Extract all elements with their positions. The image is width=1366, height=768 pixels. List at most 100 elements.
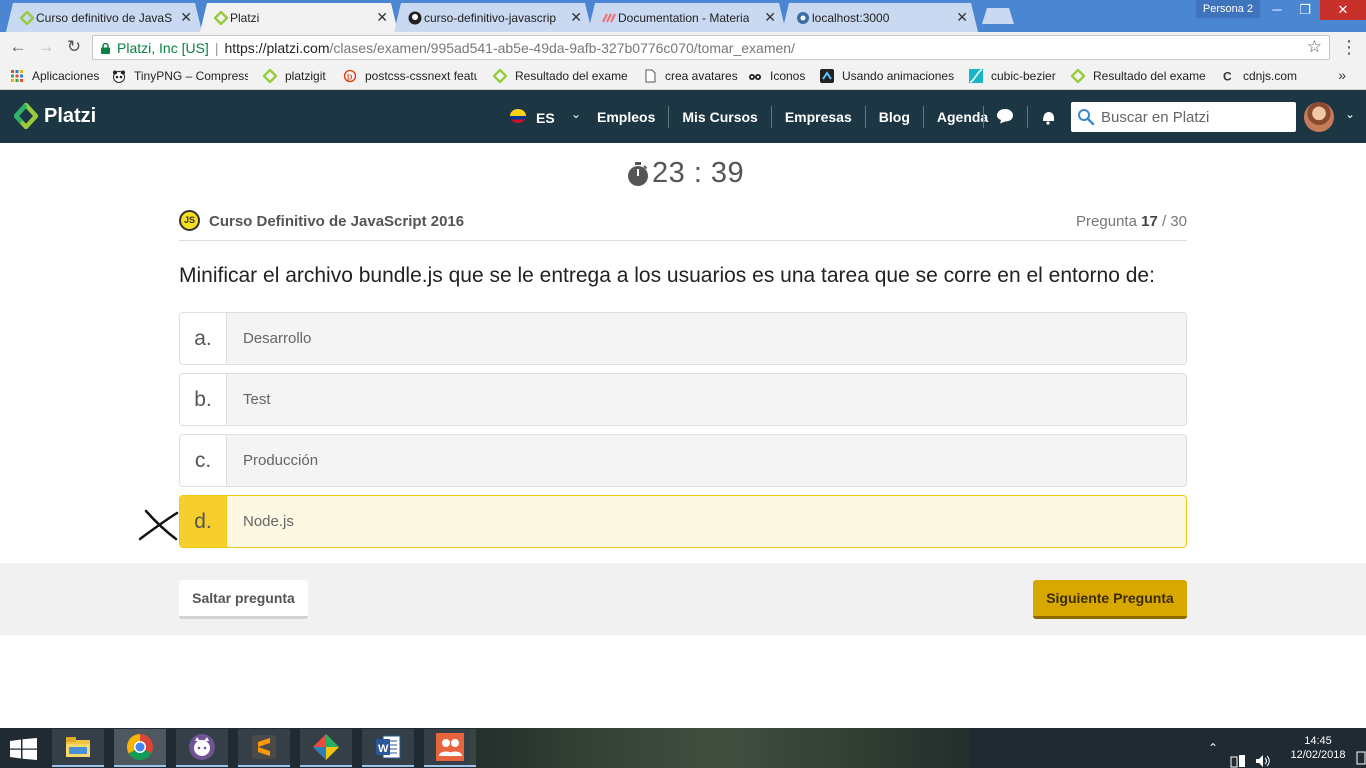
volume-icon[interactable] — [1255, 741, 1271, 768]
restore-icon[interactable]: ❐ — [1290, 0, 1320, 20]
platzi-logo[interactable]: Platzi — [14, 103, 96, 129]
platzi-logo-icon — [14, 103, 38, 129]
address-bar[interactable]: Platzi, Inc [US] | https://platzi.com/cl… — [92, 35, 1330, 60]
close-tab-icon[interactable]: ✕ — [956, 9, 968, 26]
avatar[interactable] — [1304, 102, 1334, 132]
browser-tab[interactable]: Curso definitivo de JavaS ✕ — [6, 3, 202, 32]
tab-label: Curso definitivo de JavaS — [36, 10, 173, 25]
nav-divider — [983, 106, 984, 128]
apps-grid-icon — [11, 70, 23, 82]
browser-tab[interactable]: Documentation - Materia ✕ — [588, 3, 786, 32]
materialize-favicon-icon — [602, 13, 616, 23]
bookmark-item[interactable]: TinyPNG – Compress — [112, 69, 248, 83]
bookmark-item[interactable]: C cdnjs.com — [1221, 69, 1297, 83]
platzi-icon — [493, 69, 507, 83]
browser-tab-active[interactable]: Platzi ✕ — [200, 3, 398, 32]
answer-option-b[interactable]: b. Test — [179, 373, 1187, 426]
option-letter: d. — [180, 496, 227, 547]
tab-label: Platzi — [230, 10, 260, 25]
nav-mis-cursos[interactable]: Mis Cursos — [669, 105, 772, 128]
window-close-icon[interactable]: ✕ — [1320, 0, 1366, 20]
option-text: Producción — [243, 452, 319, 469]
browser-tab[interactable]: curso-definitivo-javascrip ✕ — [394, 3, 592, 32]
platzi-favicon-icon — [20, 11, 34, 25]
taskbar-chrome[interactable] — [114, 729, 166, 767]
platzi-icon — [1071, 69, 1085, 83]
bookmarks-overflow-icon[interactable]: » — [1338, 67, 1346, 83]
nav-agenda[interactable]: Agenda — [924, 106, 1001, 128]
reload-icon[interactable]: ↻ — [64, 38, 84, 56]
secure-site-label: Platzi, Inc [US] — [117, 39, 209, 56]
bookmark-item[interactable]: Resultado del exame — [1071, 69, 1207, 83]
option-text: Node.js — [243, 513, 294, 530]
minimize-icon[interactable]: ─ — [1262, 0, 1292, 20]
bookmark-label: Aplicaciones — [32, 69, 100, 83]
bookmark-item[interactable]: crea avatares — [643, 69, 738, 83]
panda-icon — [113, 70, 125, 83]
close-tab-icon[interactable]: ✕ — [180, 9, 192, 26]
answer-option-c[interactable]: c. Producción — [179, 434, 1187, 487]
network-icon[interactable] — [1230, 741, 1246, 768]
nav-blog[interactable]: Blog — [866, 105, 924, 128]
notifications-icon[interactable] — [1040, 109, 1056, 125]
action-center-icon[interactable] — [1356, 739, 1366, 768]
bookmark-item[interactable]: p postcss-cssnext featu — [343, 69, 477, 83]
chat-bubble-icon[interactable] — [996, 108, 1014, 124]
bookmarks-bar: Aplicaciones TinyPNG – Compress platzigi… — [0, 63, 1366, 90]
bookmark-item[interactable]: Aplicaciones — [10, 69, 99, 83]
language-selector[interactable]: ES — [536, 110, 555, 126]
bookmark-label: Iconos — [770, 69, 806, 83]
taskbar-word[interactable]: W — [362, 729, 414, 767]
browser-tab[interactable]: localhost:3000 ✕ — [782, 3, 978, 32]
chevron-down-icon[interactable]: ⌄ — [571, 107, 581, 121]
nav-empresas[interactable]: Empresas — [772, 105, 866, 128]
question-counter: Pregunta 17 / 30 — [1076, 213, 1187, 230]
forward-arrow-icon[interactable]: → — [36, 38, 56, 56]
option-letter: b. — [180, 374, 227, 425]
close-tab-icon[interactable]: ✕ — [570, 9, 582, 26]
question-text: Minificar el archivo bundle.js que se le… — [179, 264, 1155, 287]
search-input[interactable] — [1101, 108, 1291, 126]
option-text: Desarrollo — [243, 330, 312, 347]
bookmark-star-icon[interactable]: ☆ — [1307, 37, 1322, 57]
taskbar-wallpaper — [470, 728, 970, 768]
next-question-button[interactable]: Siguiente Pregunta — [1033, 580, 1187, 619]
system-clock[interactable]: 14:45 12/02/2018 — [1284, 734, 1352, 762]
windows-start-icon[interactable] — [10, 738, 38, 760]
nav-empleos[interactable]: Empleos — [584, 105, 670, 128]
chrome-icon — [126, 733, 153, 761]
browser-tab-strip: Curso definitivo de JavaS ✕ Platzi ✕ cur… — [0, 0, 1366, 32]
bookmark-item[interactable]: platzigit — [263, 69, 326, 83]
javascript-badge-icon: JS — [179, 210, 200, 231]
close-tab-icon[interactable]: ✕ — [376, 9, 388, 26]
taskbar-file-explorer[interactable] — [52, 729, 104, 767]
back-arrow-icon[interactable]: ← — [8, 38, 28, 56]
platzi-logo-text: Platzi — [44, 104, 97, 127]
close-tab-icon[interactable]: ✕ — [764, 9, 776, 26]
answer-option-a[interactable]: a. Desarrollo — [179, 312, 1187, 365]
skip-question-button[interactable]: Saltar pregunta — [179, 580, 308, 619]
page-icon — [645, 69, 656, 83]
bookmark-label: Usando animaciones — [842, 69, 955, 83]
tray-overflow-icon[interactable]: ⌃ — [1208, 741, 1218, 768]
bookmark-item[interactable]: Resultado del exame — [493, 69, 627, 83]
platzi-search-box[interactable] — [1071, 102, 1296, 132]
profile-button[interactable]: Persona 2 — [1196, 0, 1260, 18]
taskbar-people[interactable] — [424, 729, 476, 767]
svg-text:C: C — [1223, 70, 1232, 84]
bookmark-item[interactable]: Iconos — [748, 69, 805, 83]
bookmark-item[interactable]: cubic-bezier — [969, 69, 1056, 83]
chevron-down-icon[interactable]: ⌄ — [1345, 107, 1355, 121]
taskbar-git-extensions[interactable] — [300, 729, 352, 767]
taskbar-github-desktop[interactable] — [176, 729, 228, 767]
taskbar-sublime-text[interactable] — [238, 729, 290, 767]
main-nav: Empleos Mis Cursos Empresas Blog Agenda — [584, 90, 1001, 143]
question-total: / 30 — [1161, 213, 1187, 230]
browser-menu-icon[interactable]: ⋮ — [1340, 38, 1358, 56]
new-tab-button[interactable] — [982, 8, 1014, 24]
svg-text:p: p — [347, 73, 353, 83]
localhost-favicon-icon — [797, 12, 809, 24]
exam-actions-bar: Saltar pregunta Siguiente Pregunta — [0, 563, 1366, 635]
bookmark-item[interactable]: Usando animaciones — [820, 69, 954, 83]
answer-option-d[interactable]: d. Node.js — [179, 495, 1187, 548]
